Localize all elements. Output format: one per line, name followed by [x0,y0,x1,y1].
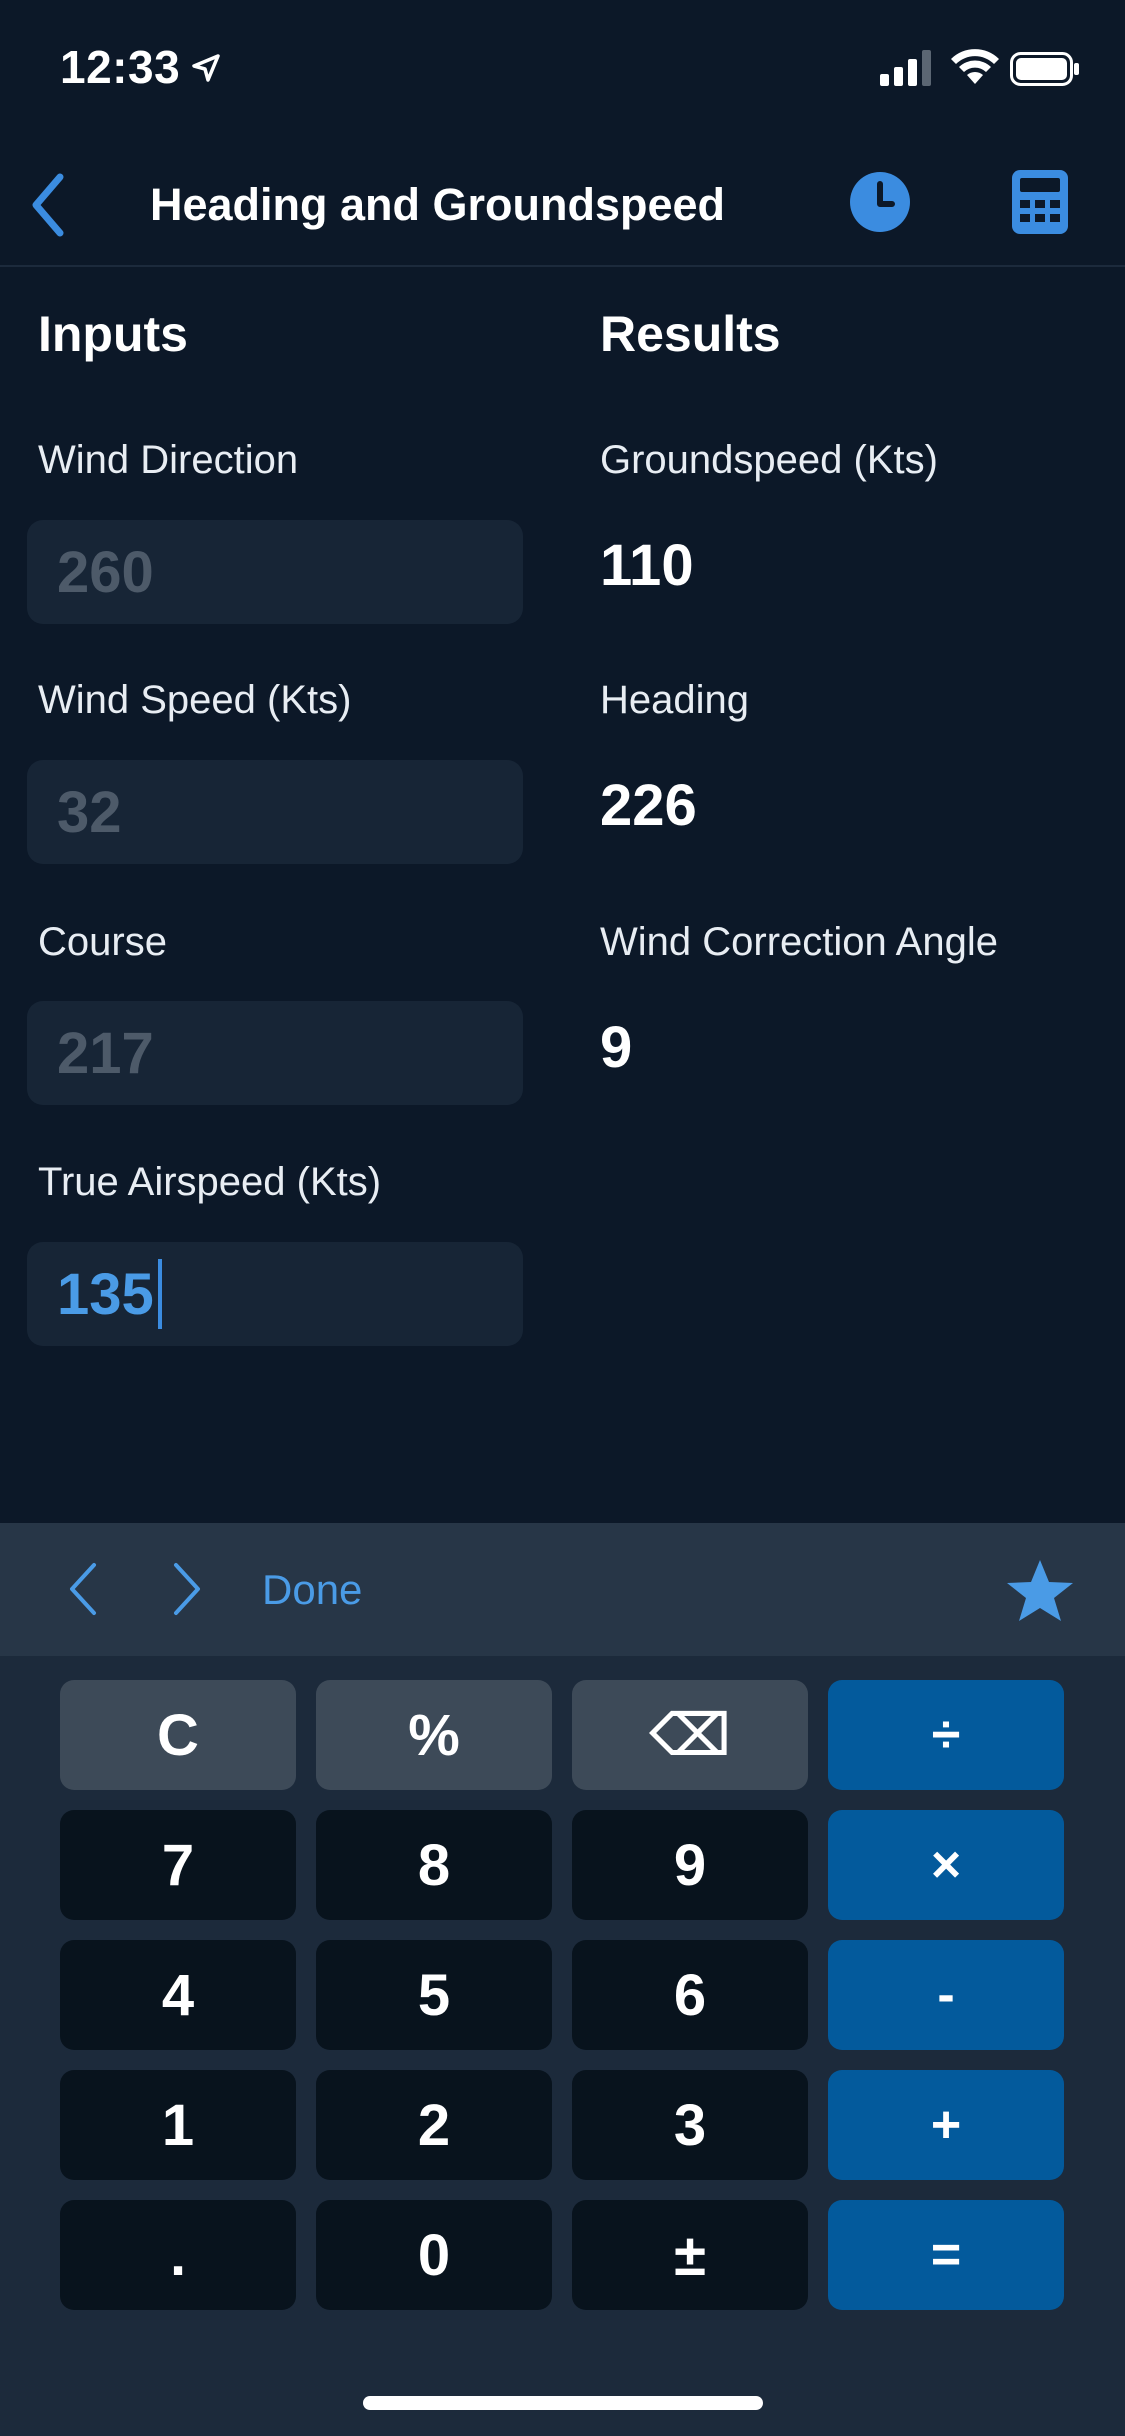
next-field-chevron-icon[interactable] [162,1559,212,1619]
backspace-key[interactable]: ⌫ [572,1680,808,1790]
heading-label: Heading [600,678,750,722]
course-label: Course [38,920,167,964]
course-input[interactable]: 217 [27,1001,523,1105]
digit-1-key[interactable]: 1 [60,2070,296,2180]
wind-correction-angle-value: 9 [600,1015,633,1080]
digit-9-key[interactable]: 9 [572,1810,808,1920]
decimal-key[interactable]: . [60,2200,296,2310]
wifi-icon [951,49,999,84]
wind-direction-input[interactable]: 260 [27,520,523,624]
true-airspeed-value: 135 [57,1261,154,1327]
status-bar: 12:33 [0,0,1125,140]
true-airspeed-label: True Airspeed (Kts) [38,1160,382,1204]
groundspeed-value: 110 [600,533,694,598]
digit-3-key[interactable]: 3 [572,2070,808,2180]
digit-8-key[interactable]: 8 [316,1810,552,1920]
digit-7-key[interactable]: 7 [60,1810,296,1920]
results-heading: Results [600,306,781,362]
heading-value: 226 [600,773,697,838]
location-arrow-icon [192,54,220,82]
back-button[interactable] [20,170,76,240]
digit-5-key[interactable]: 5 [316,1940,552,2050]
wind-speed-input[interactable]: 32 [27,760,523,864]
status-time: 12:33 [60,41,181,93]
subtract-key[interactable]: - [828,1940,1064,2050]
home-indicator[interactable] [363,2396,763,2410]
digit-6-key[interactable]: 6 [572,1940,808,2050]
previous-field-chevron-icon[interactable] [60,1559,110,1619]
clear-key[interactable]: C [60,1680,296,1790]
wind-speed-value: 32 [57,779,122,845]
done-button[interactable]: Done [262,1563,362,1617]
course-value: 217 [57,1020,154,1086]
star-icon[interactable] [1005,1558,1075,1624]
calculator-keypad: C % ⌫ ÷ 7 8 9 × 4 5 6 - 1 2 3 + . 0 ± = [0,1656,1125,2436]
groundspeed-label: Groundspeed (Kts) [600,438,938,482]
page-title: Heading and Groundspeed [150,179,726,230]
history-clock-icon[interactable] [848,170,912,234]
equals-key[interactable]: = [828,2200,1064,2310]
wind-direction-value: 260 [57,539,154,605]
true-airspeed-input[interactable]: 135 [27,1242,523,1346]
divide-key[interactable]: ÷ [828,1680,1064,1790]
battery-icon [1010,52,1079,86]
percent-key[interactable]: % [316,1680,552,1790]
keyboard-accessory-bar: Done [0,1523,1125,1656]
text-cursor [157,1259,162,1329]
cellular-signal-icon [880,50,931,86]
wind-speed-label: Wind Speed (Kts) [38,678,352,722]
plus-minus-key[interactable]: ± [572,2200,808,2310]
add-key[interactable]: + [828,2070,1064,2180]
wind-correction-angle-label: Wind Correction Angle [600,920,998,964]
calculator-icon[interactable] [1010,168,1070,236]
nav-bar: Heading and Groundspeed [0,140,1125,267]
wind-direction-label: Wind Direction [38,438,299,482]
multiply-key[interactable]: × [828,1810,1064,1920]
inputs-heading: Inputs [38,306,188,362]
digit-2-key[interactable]: 2 [316,2070,552,2180]
digit-4-key[interactable]: 4 [60,1940,296,2050]
chevron-left-icon [32,173,64,237]
digit-0-key[interactable]: 0 [316,2200,552,2310]
